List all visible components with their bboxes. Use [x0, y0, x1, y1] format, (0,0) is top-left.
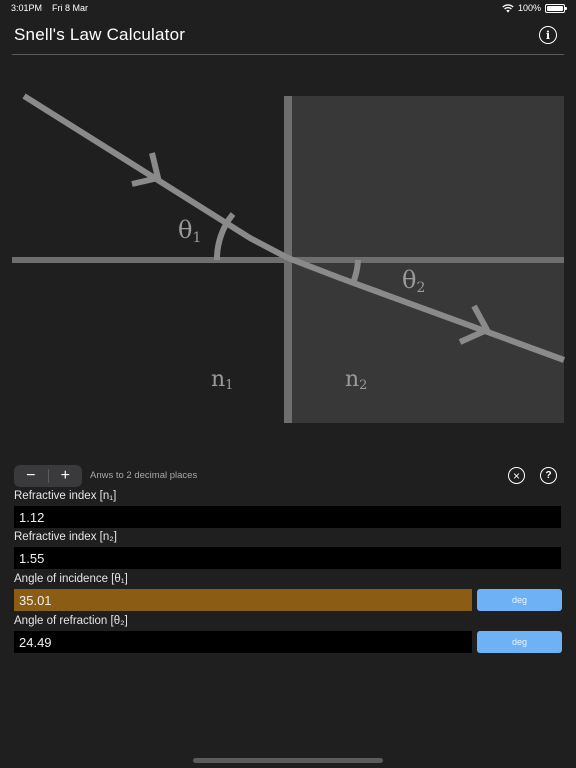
theta1-subscript: 1 [192, 230, 201, 246]
theta1-label-text: Angle of incidence [θ₁] [14, 573, 128, 585]
n2-label-text: Refractive index [n₂] [14, 531, 117, 543]
calculator-toolbar: − + Anws to 2 decimal places × ? [14, 464, 562, 488]
theta1-symbol: θ [178, 216, 192, 244]
n1-input[interactable] [14, 506, 561, 528]
theta2-unit-button[interactable]: deg [477, 631, 562, 653]
n2-input[interactable] [14, 547, 561, 569]
n1-label: n1 [211, 367, 233, 393]
precision-label: Anws to 2 decimal places [90, 470, 198, 481]
theta2-subscript: 2 [416, 280, 425, 296]
increment-button[interactable]: + [49, 465, 83, 487]
help-button[interactable]: ? [540, 467, 557, 484]
clear-button[interactable]: × [508, 467, 525, 484]
home-indicator[interactable] [193, 758, 383, 763]
theta2-input[interactable] [14, 631, 472, 653]
n1-subscript: 1 [225, 378, 233, 393]
question-circle-icon: ? [545, 470, 552, 481]
theta1-label: θ1 [178, 216, 201, 246]
n1-label-text: Refractive index [n₁] [14, 490, 117, 502]
n1-symbol: n [211, 367, 225, 392]
theta2-label-text: Angle of refraction [θ₂] [14, 615, 128, 627]
decrement-button[interactable]: − [14, 465, 48, 487]
snell-diagram: θ1 θ2 n1 n2 [12, 93, 566, 423]
x-circle-icon: × [512, 468, 520, 483]
theta1-input[interactable] [14, 589, 472, 611]
n2-subscript: 2 [359, 378, 367, 393]
theta2-symbol: θ [402, 266, 416, 294]
n2-symbol: n [345, 367, 359, 392]
theta1-unit-button[interactable]: deg [477, 589, 562, 611]
precision-stepper: − + [14, 465, 82, 487]
